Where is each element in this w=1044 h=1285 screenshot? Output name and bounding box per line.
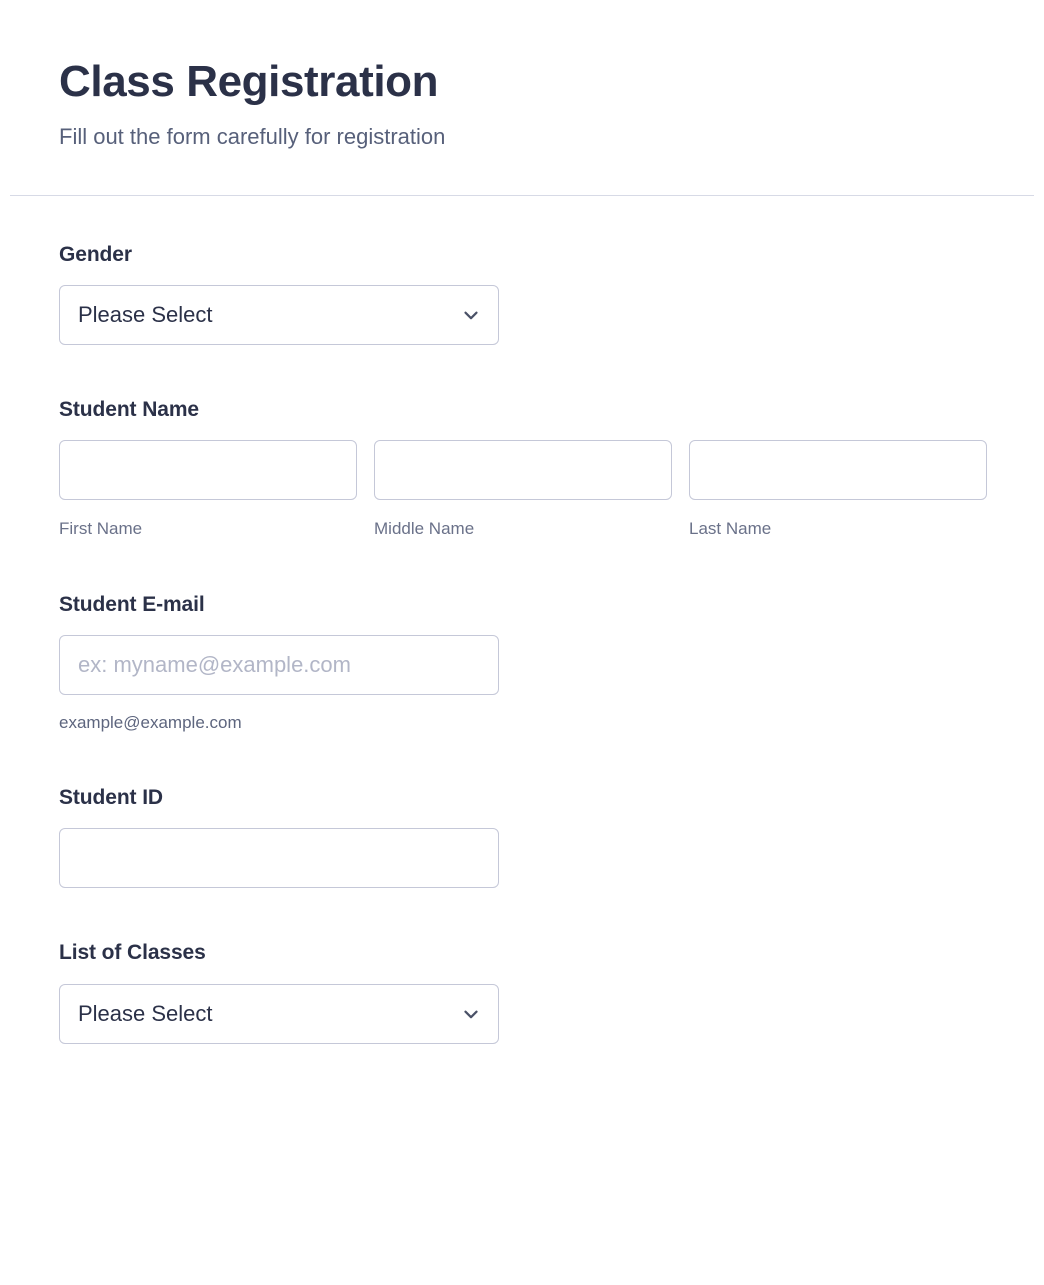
list-of-classes-select[interactable]: Please Select bbox=[59, 983, 499, 1044]
page-title: Class Registration bbox=[59, 57, 439, 106]
student-email-control-row: example@example.com bbox=[59, 617, 985, 733]
gender-selected-value: Please Select bbox=[78, 302, 213, 328]
list-of-classes-control-row: Please Select bbox=[59, 966, 985, 1044]
page-subtitle: Fill out the form carefully for registra… bbox=[59, 124, 446, 150]
first-name-input[interactable] bbox=[59, 440, 357, 501]
student-id-input[interactable] bbox=[59, 828, 499, 889]
last-name-sublabel: Last Name bbox=[689, 519, 772, 539]
student-id-label: Student ID bbox=[59, 786, 163, 810]
student-email-hint: example@example.com bbox=[59, 712, 242, 732]
form-body: Gender Please Select Student Name First … bbox=[0, 196, 1044, 1044]
last-name-group: Last Name bbox=[689, 440, 987, 539]
first-name-sublabel: First Name bbox=[59, 519, 143, 539]
chevron-down-icon bbox=[464, 1010, 478, 1018]
registration-form-page: Class Registration Fill out the form car… bbox=[0, 0, 1044, 1285]
form-header: Class Registration Fill out the form car… bbox=[0, 0, 1044, 151]
middle-name-group: Middle Name bbox=[374, 440, 672, 539]
student-email-input[interactable] bbox=[59, 634, 499, 695]
student-email-label: Student E-mail bbox=[59, 592, 205, 616]
last-name-input[interactable] bbox=[689, 440, 987, 501]
field-student-name: Student Name First Name Middle Name Last… bbox=[59, 345, 987, 540]
middle-name-input[interactable] bbox=[374, 440, 672, 501]
chevron-down-icon bbox=[464, 311, 478, 320]
list-of-classes-selected-value: Please Select bbox=[78, 1000, 213, 1026]
field-student-email: Student E-mail example@example.com bbox=[59, 540, 985, 734]
field-student-id: Student ID bbox=[59, 733, 985, 889]
first-name-group: First Name bbox=[59, 440, 357, 539]
student-name-row: First Name Middle Name Last Name bbox=[59, 422, 987, 539]
gender-control-row: Please Select bbox=[59, 267, 985, 346]
student-name-label: Student Name bbox=[59, 398, 199, 422]
gender-label: Gender bbox=[59, 242, 132, 266]
field-gender: Gender Please Select bbox=[59, 196, 985, 346]
field-list-of-classes: List of Classes Please Select bbox=[59, 888, 985, 1044]
gender-select[interactable]: Please Select bbox=[59, 285, 499, 346]
student-id-control-row bbox=[59, 810, 985, 889]
list-of-classes-label: List of Classes bbox=[59, 941, 206, 965]
middle-name-sublabel: Middle Name bbox=[374, 519, 475, 539]
